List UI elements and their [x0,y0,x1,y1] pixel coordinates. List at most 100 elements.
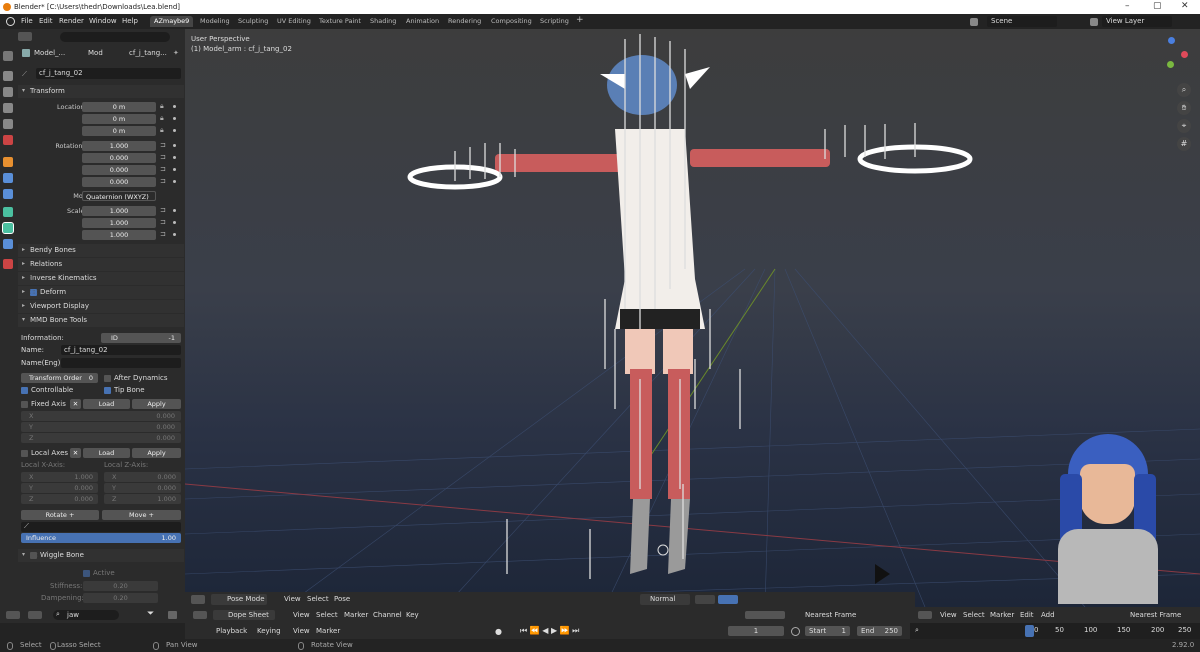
display-mode-icon[interactable] [28,611,42,619]
viewport-menu-pose[interactable]: Pose [334,595,350,603]
keyframe-dot-icon[interactable] [173,168,176,171]
perspective-grid-icon[interactable]: # [1177,137,1191,151]
new-collection-icon[interactable] [168,611,177,619]
start-frame-field[interactable]: Start 1 [805,626,850,636]
view-layer-tab-icon[interactable] [3,103,13,113]
keyframe-dot-icon[interactable] [173,221,176,224]
controllable-checkbox[interactable] [21,387,28,394]
keyframe-dot-icon[interactable] [173,129,176,132]
location-x-field[interactable]: 0 m [82,102,156,112]
move-plus-button[interactable]: Move + [102,510,181,520]
menu-render[interactable]: Render [59,17,84,25]
dopesheet-menu-channel[interactable]: Channel [373,611,402,619]
scene-selector[interactable]: Scene [987,16,1057,27]
timeline-snap-dropdown[interactable]: Nearest Frame [1130,611,1181,619]
tab-scripting[interactable]: Scripting [536,16,573,27]
dopesheet-menu-key[interactable]: Key [406,611,419,619]
tab-shading[interactable]: Shading [366,16,400,27]
rotation-z-field[interactable]: 0.000 [82,177,156,187]
tip-bone-checkbox[interactable] [104,387,111,394]
minimize-button[interactable]: – [1125,1,1130,11]
timeline-menu-marker[interactable]: Marker [990,611,1014,619]
bone-tab-icon[interactable] [2,222,14,234]
editor-type-icon[interactable] [18,32,32,41]
filter-icon[interactable]: ⏷ [147,609,154,619]
relations-section-header[interactable]: ▸ Relations ∷∷ [18,258,184,271]
lock-icon[interactable]: 🔒︎ [160,102,166,110]
keyframe-dot-icon[interactable] [173,156,176,159]
dopesheet-snap-dropdown[interactable]: Nearest Frame [805,611,856,619]
timeline-editor-icon[interactable] [918,611,932,619]
unlock-icon[interactable]: ⊐ [160,177,166,185]
texture-tab-icon[interactable] [3,259,13,269]
viewport-menu-view[interactable]: View [284,595,301,603]
playback-controls[interactable]: ⏮ ⏪ ◀ ▶ ⏩ ⏭ [520,626,579,636]
outliner-search-input[interactable]: ⌕ jaw [53,610,119,620]
transform-order-field[interactable]: Transform Order 0 [21,373,98,383]
pose-mode-dropdown[interactable]: Pose Mode [211,594,267,605]
rotation-w-field[interactable]: 1.000 [82,141,156,151]
physics-tab-icon[interactable] [3,189,13,199]
timeline-search-icon[interactable]: ⌕ [915,626,919,635]
constraints-tab-icon[interactable] [3,207,13,217]
fixed-axis-apply-button[interactable]: Apply [132,399,181,409]
dopesheet-menu-select[interactable]: Select [316,611,338,619]
scale-y-field[interactable]: 1.000 [82,218,156,228]
snap-icon[interactable] [718,595,738,604]
tab-azmaybe9[interactable]: AZmaybe9 [150,16,194,27]
blender-menu-icon[interactable] [6,17,15,26]
props-search-input[interactable] [60,32,170,42]
menu-file[interactable]: File [21,17,33,25]
bone-constraint-tab-icon[interactable] [3,239,13,249]
keying-menu[interactable]: Keying [257,627,281,635]
location-z-field[interactable]: 0 m [82,126,156,136]
timeline-menu-select[interactable]: Select [963,611,985,619]
gizmo-z-axis-icon[interactable] [1168,37,1175,44]
fixed-axis-load-button[interactable]: Load [83,399,130,409]
fixed-axis-checkbox[interactable] [21,401,28,408]
keyframe-dot-icon[interactable] [173,209,176,212]
pin-icon[interactable]: ✦ [173,49,179,57]
mmd-bone-tools-section-header[interactable]: ▾ MMD Bone Tools ∷∷ [18,314,184,327]
lock-icon[interactable]: 🔒︎ [160,114,166,122]
keyframe-dot-icon[interactable] [173,144,176,147]
bone-link-field[interactable]: ⟋ [21,522,181,532]
3d-cursor-icon[interactable] [657,544,669,556]
inverse-kinematics-section-header[interactable]: ▸ Inverse Kinematics ∷∷ [18,272,184,285]
dopesheet-editor-icon[interactable] [193,611,207,619]
tab-animation[interactable]: Animation [402,16,443,27]
local-axes-load-button[interactable]: Load [83,448,130,458]
object-tab-icon[interactable] [3,157,13,167]
current-frame-marker[interactable] [1025,625,1034,637]
location-y-field[interactable]: 0 m [82,114,156,124]
dopesheet-tools-icon[interactable] [745,611,785,619]
menu-help[interactable]: Help [122,17,138,25]
keyframe-dot-icon[interactable] [173,117,176,120]
menu-edit[interactable]: Edit [39,17,53,25]
maximize-button[interactable]: ▢ [1153,1,1162,11]
dopesheet-menu-marker[interactable]: Marker [344,611,368,619]
scale-z-field[interactable]: 1.000 [82,230,156,240]
bendy-bones-section-header[interactable]: ▸ Bendy Bones ∷∷ [18,244,184,257]
gizmo-x-axis-icon[interactable] [1181,51,1188,58]
tab-sculpting[interactable]: Sculpting [234,16,272,27]
modifier-tab-icon[interactable] [3,173,13,183]
render-tab-icon[interactable] [3,71,13,81]
wiggle-active-checkbox[interactable] [83,570,90,577]
unlock-icon[interactable]: ⊐ [160,230,166,238]
mmd-name-field[interactable]: cf_j_tang_02 [61,345,181,355]
tab-rendering[interactable]: Rendering [444,16,485,27]
viewport-menu-select[interactable]: Select [307,595,329,603]
fixed-axis-clear-button[interactable]: ✕ [70,399,81,409]
tab-modeling[interactable]: Modeling [196,16,234,27]
record-icon[interactable]: ● [495,627,502,636]
tool-tab-icon[interactable] [3,51,13,61]
viewport-scene[interactable] [185,29,1200,607]
rotation-y-field[interactable]: 0.000 [82,165,156,175]
tab-compositing[interactable]: Compositing [487,16,536,27]
navigation-gizmo[interactable] [1155,37,1190,72]
rotate-plus-button[interactable]: Rotate + [21,510,99,520]
close-button[interactable]: ✕ [1181,1,1189,11]
deform-section-header[interactable]: ▸ Deform ∷∷ [18,286,184,299]
influence-slider[interactable]: Influence 1.00 [21,533,181,543]
